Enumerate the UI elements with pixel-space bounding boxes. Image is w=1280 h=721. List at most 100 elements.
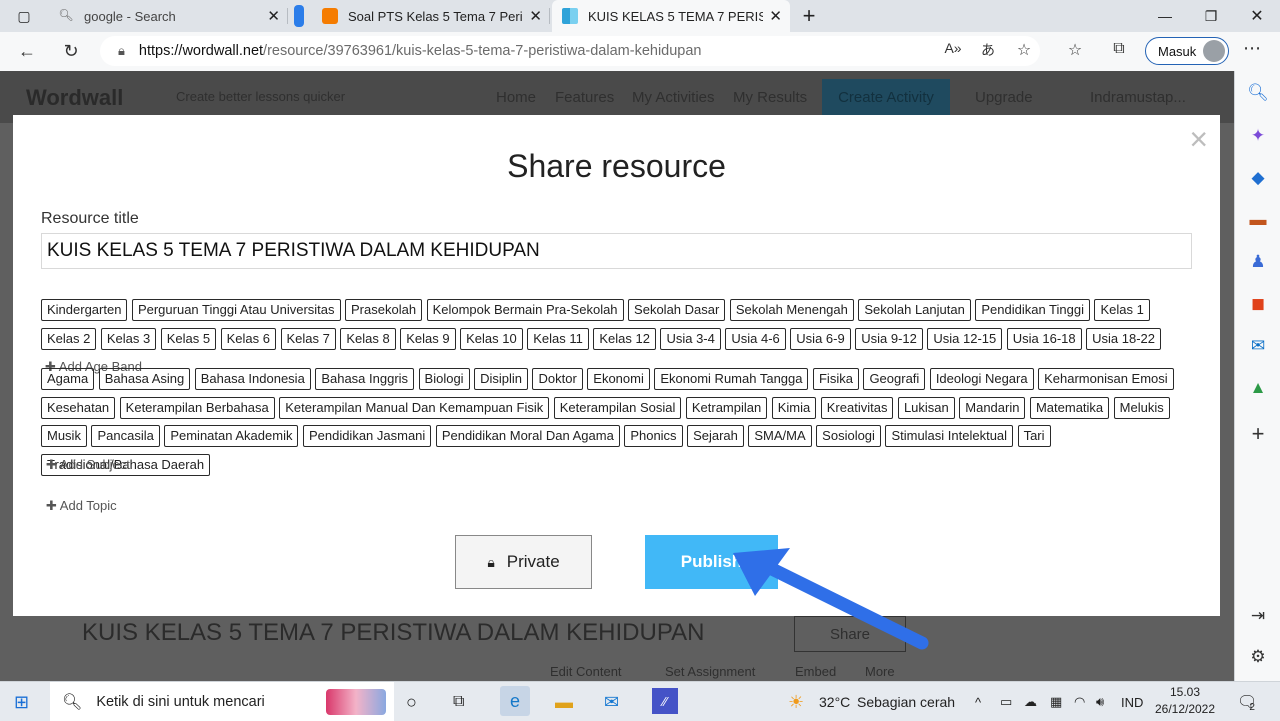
close-tab-icon[interactable]: ✕ [267,7,280,25]
tag-chip[interactable]: Perguruan Tinggi Atau Universitas [131,299,341,321]
tag-chip[interactable]: Keharmonisan Emosi [1038,368,1174,390]
tag-chip[interactable]: Ekonomi [587,368,650,390]
tag-chip[interactable]: Ekonomi Rumah Tangga [654,368,809,390]
behind-edit-content[interactable]: Edit Content [550,664,622,679]
add-icon[interactable]: + [1235,421,1280,447]
tag-chip[interactable]: Mandarin [959,396,1026,419]
read-aloud-icon[interactable]: A» [942,40,964,56]
tag-chip[interactable]: Pendidikan Tinggi [975,299,1090,321]
tag-chip[interactable]: Stimulasi Intelektual [885,425,1014,447]
tag-chip[interactable]: Kelas 1 [1094,299,1150,321]
tab-group-marker[interactable] [290,0,310,32]
behind-share-button[interactable]: Share [794,616,906,652]
tag-chip[interactable]: Usia 18-22 [1086,327,1161,350]
close-tab-icon[interactable]: ✕ [529,7,542,25]
wifi-icon[interactable]: ◠ [1074,690,1085,714]
settings-icon[interactable]: ⚙ [1235,647,1280,667]
tag-chip[interactable]: Kelas 11 [527,327,589,350]
tag-chip[interactable]: Disiplin [474,368,528,390]
tag-chip[interactable]: Melukis [1113,396,1170,419]
tag-chip[interactable]: Keterampilan Berbahasa [119,396,275,419]
nav-my-results[interactable]: My Results [733,89,807,106]
nav-features[interactable]: Features [555,89,614,106]
tag-chip[interactable]: Usia 16-18 [1006,327,1082,350]
minimize-icon[interactable]: — [1142,0,1188,32]
tag-chip[interactable]: Kindergarten [41,299,128,321]
weather-icon[interactable]: ☀ [788,690,804,714]
weather-temp[interactable]: 32°C [819,690,850,714]
nav-my-activities[interactable]: My Activities [632,89,715,106]
resource-title-input[interactable]: KUIS KELAS 5 TEMA 7 PERISTIWA DALAM KEHI… [41,233,1192,269]
tag-chip[interactable]: Fisika [812,368,859,390]
file-explorer-icon[interactable]: ▬ [555,690,573,714]
tag-chip[interactable]: Kelas 3 [100,327,157,350]
tag-chip[interactable]: Usia 4-6 [725,327,786,350]
tag-chip[interactable]: Kelas 10 [460,327,523,350]
create-activity-button[interactable]: Create Activity [822,79,950,115]
close-window-icon[interactable]: ✕ [1234,0,1280,32]
tab-kuis-kelas[interactable]: KUIS KELAS 5 TEMA 7 PERISTIWA ✕ [552,0,790,32]
tag-chip[interactable]: Peminatan Akademik [164,425,299,447]
tag-chip[interactable]: Usia 12-15 [927,327,1003,350]
clock[interactable]: 15.03 26/12/2022 [1148,684,1222,718]
tag-chip[interactable]: Pancasila [91,425,160,447]
tag-chip[interactable]: Prasekolah [345,299,423,321]
tag-chip[interactable]: Keterampilan Manual Dan Kemampuan Fisik [279,396,550,419]
tag-chip[interactable]: Ideologi Negara [929,368,1034,390]
tag-chip[interactable]: Kreativitas [820,396,894,419]
tag-chip[interactable]: Sekolah Menengah [729,299,854,321]
tree-icon[interactable]: ▲ [1235,378,1280,398]
behind-set-assignment[interactable]: Set Assignment [665,664,755,679]
add-subject-link[interactable]: ✚ Add Subject [46,454,130,476]
cortana-icon[interactable]: ○ [406,690,417,714]
tag-chip[interactable]: Agama [41,368,95,390]
tab-google-search[interactable]: 🔍︎ google - Search ✕ [48,0,288,32]
task-view-icon[interactable]: ⧉ [453,690,464,714]
edge-taskbar-icon[interactable]: e [500,686,530,716]
tag-chip[interactable]: SMA/MA [748,425,812,447]
site-logo[interactable]: Wordwall [26,85,123,111]
tag-chip[interactable]: Lukisan [897,396,955,419]
add-topic-link[interactable]: ✚ Add Topic [46,495,117,517]
restore-icon[interactable]: ❐ [1188,0,1234,32]
device-icon[interactable]: ▭ [1000,690,1012,714]
tag-chip[interactable]: Bahasa Asing [98,368,191,390]
close-tab-icon[interactable]: ✕ [769,7,782,25]
publish-button[interactable]: Publish [645,535,778,589]
tag-chip[interactable]: Usia 6-9 [790,327,851,350]
refresh-icon[interactable]: ↻ [52,32,90,70]
back-icon[interactable]: ← [8,32,46,70]
favorites-icon[interactable]: ☆ [1064,40,1086,60]
tools-icon[interactable]: ▬ [1235,210,1280,230]
tag-chip[interactable]: Kelas 6 [220,327,276,350]
outlook-icon[interactable]: ✉ [1235,336,1280,356]
notification-icon[interactable]: 🗨︎ 2 [1237,690,1257,714]
translate-icon[interactable]: あ [977,40,999,60]
tag-chip[interactable]: Kimia [771,396,817,419]
tag-chip[interactable]: Kelas 7 [280,327,336,350]
nav-upgrade[interactable]: Upgrade [975,89,1033,106]
tag-chip[interactable]: Kelas 9 [400,327,456,350]
behind-embed[interactable]: Embed [795,664,836,679]
tag-chip[interactable]: Pendidikan Jasmani [302,425,432,447]
behind-more[interactable]: More [865,664,895,679]
tag-chip[interactable]: Sekolah Dasar [628,299,726,321]
nav-home[interactable]: Home [496,89,536,106]
tag-chip[interactable]: Pendidikan Moral Dan Agama [435,425,620,447]
tag-chip[interactable]: Phonics [624,425,683,447]
tag-chip[interactable]: Kesehatan [41,396,116,419]
app-icon[interactable]: ⁄⁄ [652,688,678,714]
sidebar-toggle-icon[interactable]: ⇥ [1235,606,1280,626]
tag-chip[interactable]: Kelas 8 [340,327,396,350]
tag-chip[interactable]: Sejarah [687,425,744,447]
tag-chip[interactable]: Musik [41,425,87,447]
tab-soal-pts[interactable]: Soal PTS Kelas 5 Tema 7 Peristiwa ✕ [312,0,550,32]
tag-chip[interactable]: Kelas 2 [41,327,97,350]
tag-chip[interactable]: Usia 3-4 [660,327,721,350]
collections-icon[interactable]: ⧉ [1108,40,1130,58]
tag-chip[interactable]: Usia 9-12 [855,327,923,350]
private-button[interactable]: 🔒︎ Private [455,535,592,589]
profile-button[interactable]: Masuk [1145,37,1229,65]
tag-chip[interactable]: Kelas 12 [593,327,656,350]
tag-chip[interactable]: Ketrampilan [685,396,768,419]
